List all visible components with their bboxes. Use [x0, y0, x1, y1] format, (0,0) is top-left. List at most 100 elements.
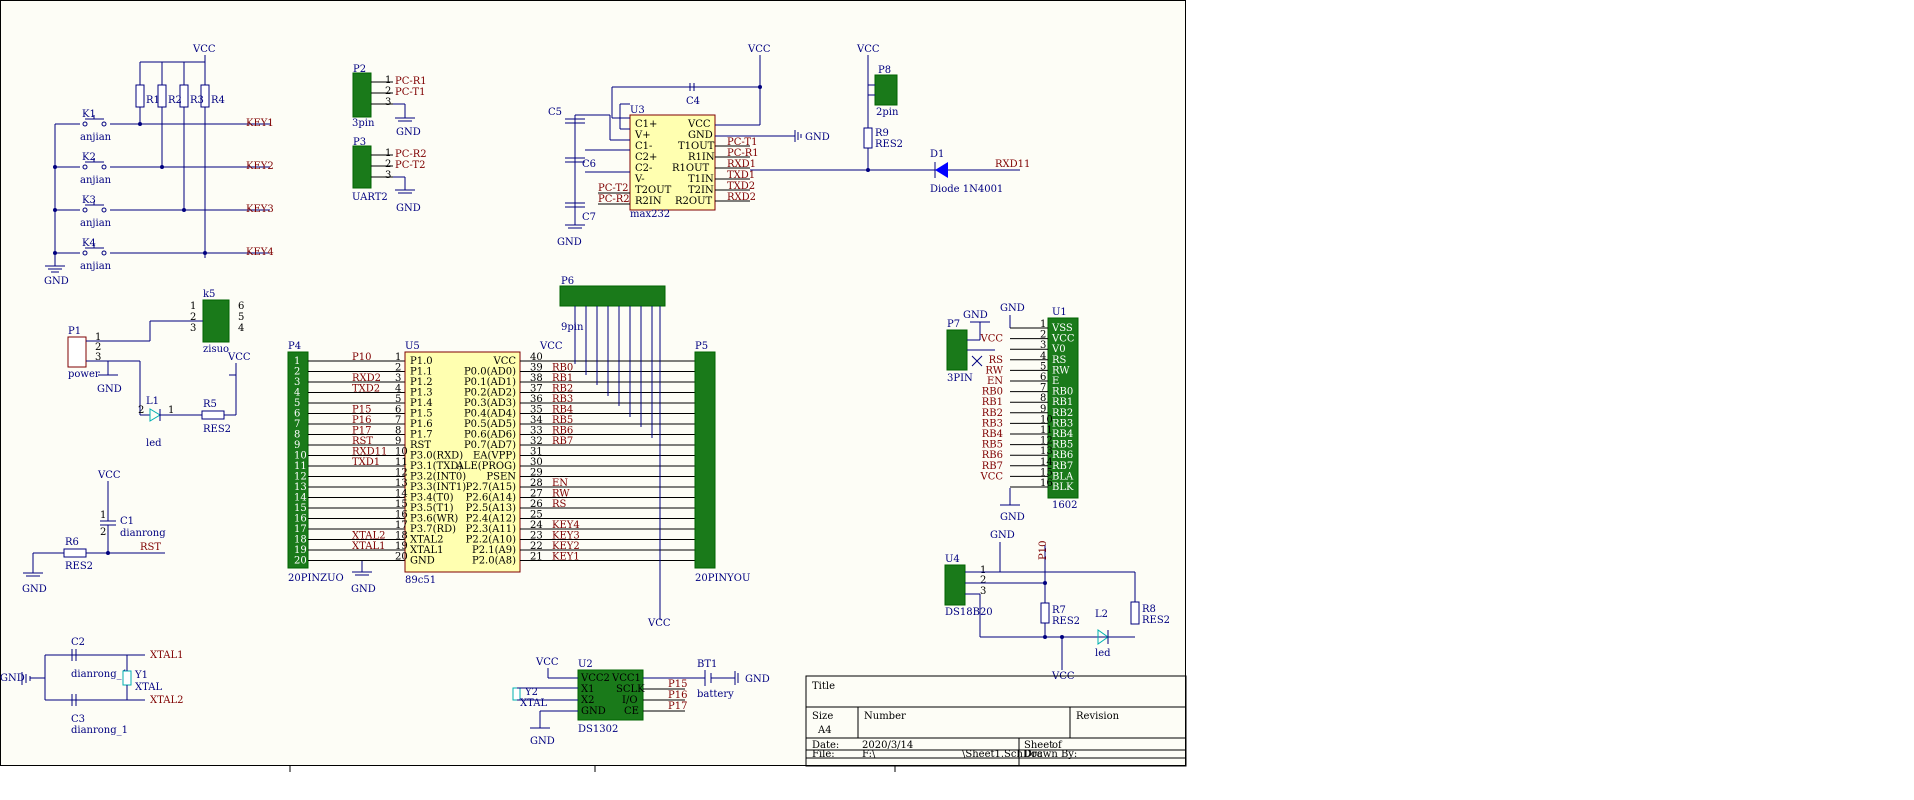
u5-pin-number: 10 — [395, 447, 408, 458]
u1-pin-name: RB2 — [1052, 408, 1073, 419]
u1-net-label: RB4 — [982, 429, 1003, 440]
u1-pin-name: RB3 — [1052, 418, 1073, 429]
u1-pin-number: 15 — [1040, 467, 1053, 478]
u1-pin-number: 9 — [1040, 404, 1046, 415]
title-label: Title — [812, 681, 835, 692]
p4-pin-number: 17 — [294, 524, 307, 535]
svg-text:X1: X1 — [581, 684, 594, 695]
p4-pin-number: 6 — [294, 409, 300, 420]
u5-net-label: RB5 — [552, 415, 573, 426]
svg-text:zisuo: zisuo — [203, 344, 229, 355]
u5-pin-name: P1.7 — [410, 430, 433, 441]
net-key3: KEY3 — [246, 204, 274, 215]
svg-text:K2: K2 — [82, 152, 96, 163]
u1-net-label: EN — [987, 376, 1003, 387]
svg-text:U1: U1 — [1052, 307, 1067, 318]
u5-pin-name: PSEN — [486, 472, 516, 483]
u5-pin-name: P0.5(AD5) — [464, 419, 516, 430]
svg-text:PC-R2: PC-R2 — [598, 194, 630, 205]
r3-designator: R3 — [190, 95, 204, 106]
svg-text:R7: R7 — [1052, 605, 1066, 616]
u5-pin-number: 6 — [395, 405, 401, 416]
svg-text:Diode 1N4001: Diode 1N4001 — [930, 184, 1003, 195]
svg-text:GND: GND — [396, 127, 421, 138]
u1-net-label: RB1 — [982, 397, 1003, 408]
svg-text:VCC: VCC — [687, 119, 711, 130]
u5-pin-name: P0.7(AD7) — [464, 440, 516, 451]
u5-net-label: EN — [552, 478, 568, 489]
svg-text:R6: R6 — [65, 537, 79, 548]
u1-pin-name: VCC — [1051, 334, 1075, 345]
u5-pin-number: 11 — [395, 457, 408, 468]
u5-net-label: RB1 — [552, 373, 573, 384]
u5-net-label: RB0 — [552, 363, 573, 374]
svg-text:RST: RST — [140, 542, 161, 553]
svg-text:battery: battery — [697, 689, 734, 700]
svg-text:P17: P17 — [668, 701, 687, 712]
u5-pin-number: 15 — [395, 499, 408, 510]
svg-text:P16: P16 — [668, 690, 687, 701]
svg-text:anjian: anjian — [80, 218, 112, 229]
svg-text:GND: GND — [581, 706, 606, 717]
u5-net-label: RB3 — [552, 394, 573, 405]
u5-net-label: RB6 — [552, 426, 573, 437]
svg-text:XTAL: XTAL — [520, 698, 547, 709]
u5-pin-number: 7 — [395, 415, 401, 426]
r1-body — [135, 84, 145, 108]
svg-text:P4: P4 — [288, 341, 301, 352]
u5-pin-name: RST — [410, 440, 431, 451]
p4-net-label: P17 — [352, 426, 371, 437]
svg-text:anjian: anjian — [80, 261, 112, 272]
p4-pin-number: 1 — [294, 356, 300, 367]
svg-text:led: led — [1095, 648, 1111, 659]
u1-pin-name: BLK — [1052, 482, 1074, 493]
r1-designator: R1 — [146, 95, 160, 106]
u5-pin-name: P3.4(T0) — [410, 493, 454, 504]
svg-text:T2IN: T2IN — [688, 185, 714, 196]
svg-text:P5: P5 — [695, 341, 708, 352]
svg-text:TXD1: TXD1 — [727, 170, 755, 181]
u5-pin-number: 30 — [530, 457, 543, 468]
u1-pin-number: 4 — [1040, 351, 1046, 362]
u5-pin-number: 35 — [530, 405, 543, 416]
svg-text:BT1: BT1 — [697, 659, 717, 670]
p4-net-label: TXD2 — [352, 384, 380, 395]
svg-text:k5: k5 — [203, 289, 215, 300]
svg-text:L2: L2 — [1095, 609, 1108, 620]
u1-net-label: RS — [989, 355, 1004, 366]
p4-pin-number: 3 — [294, 377, 300, 388]
u1-pin-name: RB7 — [1052, 461, 1073, 472]
svg-text:U4: U4 — [945, 554, 960, 565]
u1-pin-number: 5 — [1040, 361, 1046, 372]
svg-text:dianrong_1: dianrong_1 — [71, 725, 128, 736]
p4-pin-number: 11 — [294, 461, 307, 472]
svg-text:DS1302: DS1302 — [578, 724, 618, 735]
svg-text:PC-R1: PC-R1 — [727, 148, 759, 159]
p4-pin-number: 2 — [294, 367, 300, 378]
svg-text:C3: C3 — [71, 714, 85, 725]
p4-net-label: XTAL2 — [352, 531, 385, 542]
svg-text:2: 2 — [138, 405, 144, 416]
u5-pin-number: 38 — [530, 373, 543, 384]
u1-pin-number: 1 — [1040, 319, 1046, 330]
u5-pin-number: 31 — [530, 447, 543, 458]
u5-pin-name: P0.1(AD1) — [464, 377, 516, 388]
svg-text:GND: GND — [557, 237, 582, 248]
u5-pin-name: P2.7(A15) — [466, 482, 516, 493]
u1-pin-number: 3 — [1040, 340, 1046, 351]
u5-pin-number: 26 — [530, 499, 543, 510]
svg-text:K4: K4 — [82, 238, 96, 249]
u1-pin-name: VSS — [1051, 323, 1073, 334]
p4-net-label: XTAL1 — [352, 541, 385, 552]
svg-text:PC-R2: PC-R2 — [395, 149, 427, 160]
u1-pin-number: 12 — [1040, 436, 1053, 447]
u1-pin-number: 2 — [1040, 330, 1046, 341]
u5-net-label: RB7 — [552, 436, 573, 447]
u5-pin-number: 22 — [530, 541, 543, 552]
u1-pin-name: BLA — [1052, 471, 1074, 482]
p4-pin-number: 18 — [294, 535, 307, 546]
file-value: F:\ — [862, 749, 876, 760]
p4-pin-number: 13 — [294, 482, 307, 493]
svg-text:5: 5 — [238, 312, 244, 323]
svg-text:9pin: 9pin — [561, 322, 584, 333]
